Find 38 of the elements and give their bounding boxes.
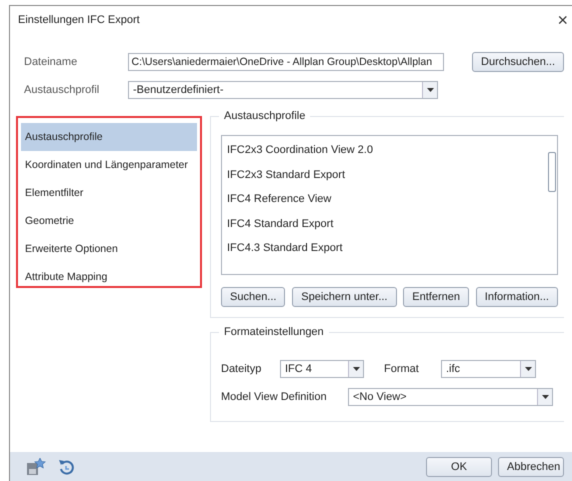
nav-item[interactable]: Attribute Mapping — [21, 263, 197, 291]
profile-action-button[interactable]: Suchen... — [221, 287, 286, 307]
profile-action-button[interactable]: Entfernen — [403, 287, 469, 307]
profile-item[interactable]: IFC2x3 Coordination View 2.0 — [222, 138, 547, 162]
dialog-button[interactable]: OK — [426, 456, 492, 476]
dialog-button[interactable]: Abbrechen — [498, 456, 564, 476]
format-dropdown[interactable]: .ifc — [441, 360, 536, 378]
nav-item[interactable]: Koordinaten und Längenparameter — [21, 151, 197, 179]
profile-item[interactable]: IFC2x3 Standard Export — [222, 162, 547, 187]
caret-icon — [352, 367, 360, 371]
group-title: Austauschprofile — [219, 110, 310, 122]
caret-icon — [426, 88, 434, 92]
group-title: Formateinstellungen — [219, 326, 329, 338]
profile-action-button[interactable]: Speichern unter... — [292, 287, 396, 307]
model-view-definition-label: Model View Definition — [221, 391, 328, 403]
profile-item[interactable]: IFC4 Standard Export — [222, 212, 547, 236]
nav-item[interactable]: Austauschprofile — [21, 123, 197, 151]
profile-item[interactable]: IFC4 Reference View — [222, 187, 547, 212]
caret-icon — [524, 367, 532, 371]
window-title: Einstellungen IFC Export — [18, 14, 140, 26]
caret-icon — [542, 395, 548, 399]
close-button[interactable]: × — [553, 10, 572, 30]
filetype-dropdown[interactable]: IFC 4 — [280, 360, 364, 378]
exchange-profile-label: Austauschprofil — [24, 84, 100, 96]
profile-action-button[interactable]: Information... — [476, 287, 558, 307]
reset-icon[interactable] — [58, 458, 74, 476]
format-label: Format — [384, 363, 420, 375]
nav-item[interactable]: Erweiterte Optionen — [21, 235, 197, 263]
nav-item[interactable]: Elementfilter — [21, 179, 197, 207]
profile-item[interactable]: IFC4.3 Standard Export — [222, 236, 547, 260]
filetype-label: Dateityp — [221, 363, 262, 375]
filename-field[interactable]: C:\Users\aniedermaier\OneDrive - Allplan Group\Desktop\Allplan — [128, 53, 444, 71]
browse-button[interactable]: Durchsuchen... — [472, 52, 564, 72]
model-view-dropdown[interactable]: <No View> — [348, 388, 553, 406]
exchange-profile-dropdown[interactable]: -Benutzerdefiniert- — [128, 81, 438, 99]
filename-label: Dateiname — [24, 56, 78, 68]
nav-item[interactable]: Geometrie — [21, 207, 197, 235]
save-favorite-icon[interactable] — [26, 458, 46, 476]
